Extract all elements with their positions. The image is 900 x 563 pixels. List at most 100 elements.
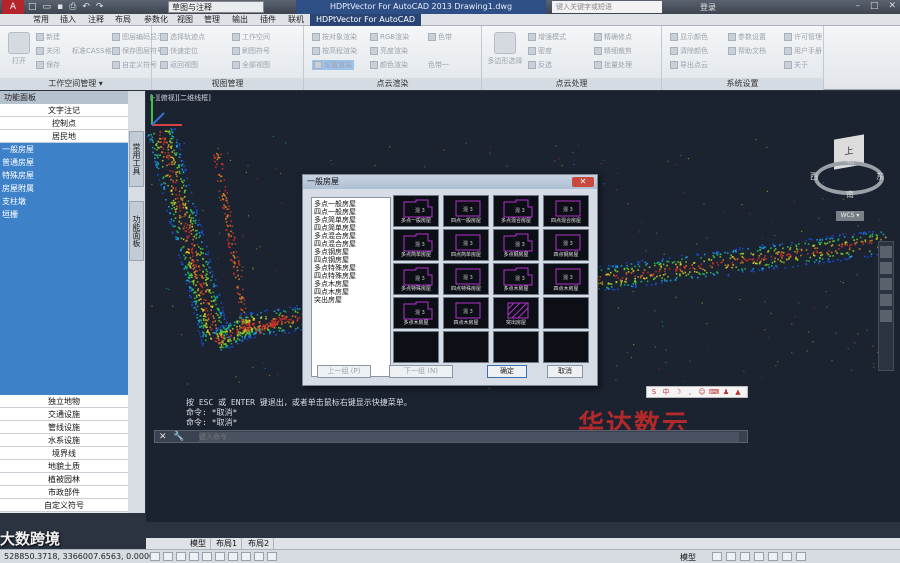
palette-subitem[interactable]: 一般房屋 bbox=[0, 143, 128, 156]
quick-locate-button[interactable]: 快速定位 bbox=[160, 46, 198, 56]
symbol-cell[interactable]: 混 3 多点混合房屋 bbox=[493, 195, 539, 227]
ime-user-icon[interactable]: ♟ bbox=[721, 388, 731, 397]
dyn-icon[interactable] bbox=[241, 552, 251, 561]
tab-output[interactable]: 输出 bbox=[232, 14, 248, 26]
symbol-cell-empty[interactable] bbox=[393, 331, 439, 363]
model-space-label[interactable]: 模型 bbox=[680, 552, 696, 563]
palette-subitem[interactable]: 支柱墩 bbox=[0, 195, 128, 208]
palette-item-control-point[interactable]: 控制点 bbox=[0, 117, 128, 130]
wcs-menu-button[interactable]: WCS ▾ bbox=[836, 211, 864, 221]
workspace-button[interactable]: 工作空间 bbox=[232, 32, 270, 42]
ime-keyboard-icon[interactable]: ⌨ bbox=[709, 388, 719, 397]
fine-crop-button[interactable]: 精细裁剪 bbox=[594, 46, 632, 56]
palette-item-terrain[interactable]: 地貌土质 bbox=[0, 460, 128, 473]
lock-icon[interactable] bbox=[768, 552, 778, 561]
symbol-cell[interactable]: 混 3 四点特殊房屋 bbox=[443, 263, 489, 295]
color-band-button[interactable]: 色带 bbox=[428, 32, 452, 42]
palette-subitem[interactable]: 特殊房屋 bbox=[0, 169, 128, 182]
house-type-list-item[interactable]: 多点一般房屋 bbox=[314, 200, 388, 208]
select-track-point-button[interactable]: 选择轨迹点 bbox=[160, 32, 205, 42]
maximize-icon[interactable]: □ bbox=[870, 1, 879, 11]
layout-icon[interactable] bbox=[712, 552, 722, 561]
symbol-cell[interactable]: 混 3 多点一般房屋 bbox=[393, 195, 439, 227]
tab-layout[interactable]: 布局 bbox=[115, 14, 131, 26]
showmotion-icon[interactable] bbox=[880, 310, 892, 322]
viewcube-north[interactable]: 北 bbox=[846, 155, 854, 166]
house-type-list-item[interactable]: 多点木房屋 bbox=[314, 280, 388, 288]
tab-annotate[interactable]: 注释 bbox=[88, 14, 104, 26]
symbol-cell-empty[interactable] bbox=[493, 331, 539, 363]
clear-color-button[interactable]: 清除颜色 bbox=[670, 46, 708, 56]
symbol-cell-empty[interactable] bbox=[543, 297, 589, 329]
ime-punct-icon[interactable]: , bbox=[685, 388, 695, 397]
about-button[interactable]: 关于 bbox=[784, 60, 808, 70]
annotation-scale-icon[interactable] bbox=[740, 552, 750, 561]
layout-tab-1[interactable]: 布局1 bbox=[212, 538, 243, 549]
transparency-icon[interactable] bbox=[267, 552, 277, 561]
command-input[interactable] bbox=[199, 432, 739, 442]
symbol-cell[interactable]: 突出房屋 bbox=[493, 297, 539, 329]
show-color-button[interactable]: 显示颜色 bbox=[670, 32, 708, 42]
house-type-list-item[interactable]: 四点混合房屋 bbox=[314, 240, 388, 248]
symbol-cell[interactable]: 混 3 多点木房屋 bbox=[393, 297, 439, 329]
batch-process-button[interactable]: 批量处理 bbox=[594, 60, 632, 70]
layout-tab-2[interactable]: 布局2 bbox=[244, 538, 275, 549]
orbit-icon[interactable] bbox=[880, 294, 892, 306]
tab-parametric[interactable]: 参数化 bbox=[144, 14, 168, 26]
house-type-list[interactable]: 多点一般房屋 四点一般房屋 多点简单房屋 四点简单房屋 多点混合房屋 四点混合房屋 多点钢房… bbox=[311, 197, 391, 377]
tab-plugins[interactable]: 插件 bbox=[260, 14, 276, 26]
close-icon[interactable]: ✕ bbox=[888, 1, 896, 11]
lineweight-icon[interactable] bbox=[254, 552, 264, 561]
cancel-button[interactable]: 取消 bbox=[547, 365, 583, 378]
render-by-elevation-button[interactable]: 按高程渲染 bbox=[312, 46, 357, 56]
house-type-list-item[interactable]: 四点一般房屋 bbox=[314, 208, 388, 216]
wrench-icon[interactable]: 🔧 bbox=[173, 432, 184, 442]
ortho-icon[interactable] bbox=[176, 552, 186, 561]
tab-online[interactable]: 联机 bbox=[288, 14, 304, 26]
symbol-cell[interactable]: 混 3 四点混合房屋 bbox=[543, 195, 589, 227]
palette-item-custom-symbol[interactable]: 自定义符号 bbox=[0, 499, 128, 512]
viewcube-east[interactable]: 东 bbox=[876, 171, 884, 182]
symbol-cell[interactable]: 混 3 四点一般房屋 bbox=[443, 195, 489, 227]
color-band-select[interactable]: 色带一 bbox=[428, 60, 449, 70]
symbol-cell-empty[interactable] bbox=[543, 331, 589, 363]
render-settings-button[interactable]: 设置渲染 bbox=[312, 60, 354, 70]
next-group-button[interactable]: 下一组 (N) bbox=[389, 365, 453, 378]
side-tab-function-panel[interactable]: 功能面板 bbox=[129, 201, 144, 261]
help-doc-button[interactable]: 帮助文档 bbox=[728, 46, 766, 56]
density-button[interactable]: 密度 bbox=[528, 46, 552, 56]
dialog-close-button[interactable]: ✕ bbox=[572, 177, 594, 187]
house-type-list-item[interactable]: 四点木房屋 bbox=[314, 288, 388, 296]
house-type-list-item[interactable]: 多点钢房屋 bbox=[314, 248, 388, 256]
palette-item-vegetation[interactable]: 植被园林 bbox=[0, 473, 128, 486]
return-view-button[interactable]: 返回视图 bbox=[160, 60, 198, 70]
layout-tab-model[interactable]: 模型 bbox=[186, 538, 211, 549]
ime-logo-icon[interactable]: S bbox=[649, 388, 659, 397]
viewcube[interactable]: 上 北 东 南 西 bbox=[806, 131, 892, 211]
polar-icon[interactable] bbox=[189, 552, 199, 561]
license-button[interactable]: 许可管理 bbox=[784, 32, 822, 42]
ime-moon-icon[interactable]: ☽ bbox=[673, 388, 683, 397]
house-type-list-item[interactable]: 四点特殊房屋 bbox=[314, 272, 388, 280]
snap-icon[interactable] bbox=[150, 552, 160, 561]
pan-icon[interactable] bbox=[880, 262, 892, 274]
symbol-cell-empty[interactable] bbox=[443, 331, 489, 363]
palette-item-boundary[interactable]: 境界线 bbox=[0, 447, 128, 460]
workspace-gear-icon[interactable] bbox=[754, 552, 764, 561]
brightness-render-button[interactable]: 亮度渲染 bbox=[370, 46, 408, 56]
house-type-list-item[interactable]: 四点钢房屋 bbox=[314, 256, 388, 264]
ducs-icon[interactable] bbox=[228, 552, 238, 561]
panel-title-workspace[interactable]: 工作空间管理 ▾ bbox=[0, 78, 151, 90]
save-button[interactable]: 保存 bbox=[36, 60, 60, 70]
side-tab-common-tools[interactable]: 常用工具 bbox=[129, 131, 144, 187]
render-by-object-button[interactable]: 按对象渲染 bbox=[312, 32, 357, 42]
symbol-cell[interactable]: 混 3 四点木房屋 bbox=[543, 263, 589, 295]
tab-manage[interactable]: 管理 bbox=[204, 14, 220, 26]
open-icon[interactable]: ▭ bbox=[43, 2, 52, 12]
open-button[interactable]: 打开 bbox=[4, 30, 34, 70]
steering-wheel-icon[interactable] bbox=[880, 246, 892, 258]
export-pointcloud-button[interactable]: 导出点云 bbox=[670, 60, 708, 70]
new-button[interactable]: 新建 bbox=[36, 32, 60, 42]
house-type-list-item[interactable]: 突出房屋 bbox=[314, 296, 388, 304]
isolate-icon[interactable] bbox=[782, 552, 792, 561]
